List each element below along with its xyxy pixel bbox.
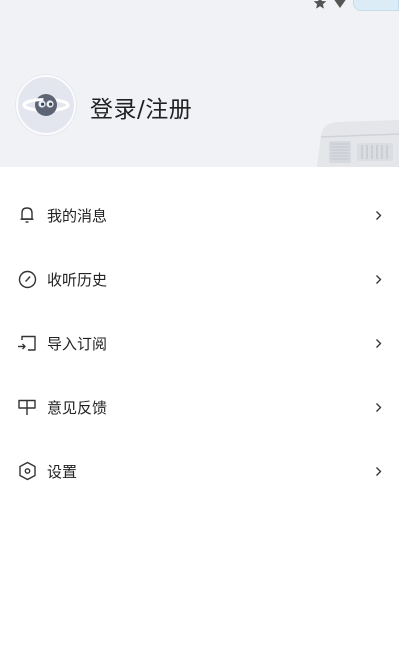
status-bar-icons [313,0,399,12]
chevron-right-icon [373,337,383,349]
bell-icon [16,204,38,226]
planet-avatar-icon [22,94,70,116]
navigation-drawer: 登录/注册 我的消息 收听历史 导入订阅 意见反馈 设置 [0,0,399,651]
status-pill [353,0,399,11]
menu-item-label: 收听历史 [47,270,108,289]
drawer-header: 登录/注册 [0,0,399,167]
drawer-menu: 我的消息 收听历史 导入订阅 意见反馈 设置 [0,183,399,503]
menu-item-label: 意见反馈 [47,398,108,417]
menu-item-settings[interactable]: 设置 [0,439,399,503]
settings-icon [16,460,38,482]
chevron-right-icon [373,401,383,413]
clock-icon [16,268,38,290]
feedback-icon [16,396,38,418]
menu-item-label: 设置 [47,462,78,481]
menu-item-feedback[interactable]: 意见反馈 [0,375,399,439]
chevron-right-icon [373,209,383,221]
menu-item-import-subscription[interactable]: 导入订阅 [0,311,399,375]
chevron-right-icon [373,273,383,285]
radio-decoration-icon [317,120,399,167]
drawer-edge [399,0,406,651]
menu-item-history[interactable]: 收听历史 [0,247,399,311]
menu-item-label: 导入订阅 [47,334,108,353]
avatar[interactable] [16,75,76,135]
import-icon [16,332,38,354]
login-register-link[interactable]: 登录/注册 [90,90,192,124]
menu-item-messages[interactable]: 我的消息 [0,183,399,247]
signal-icon [334,0,346,8]
menu-item-label: 我的消息 [47,206,108,225]
star-icon [313,0,327,9]
chevron-right-icon [373,465,383,477]
